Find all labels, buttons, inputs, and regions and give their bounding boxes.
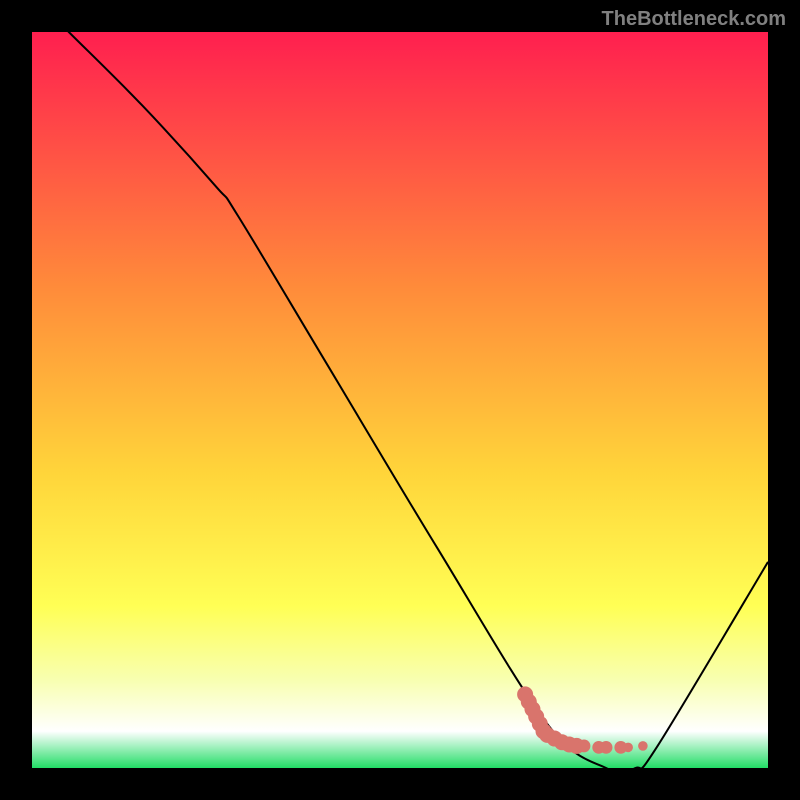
bottleneck-chart <box>32 32 768 768</box>
chart-container <box>32 32 768 768</box>
highlight-dot <box>623 743 633 753</box>
highlight-dot <box>638 741 648 751</box>
highlight-dot <box>600 741 613 754</box>
highlight-dot <box>578 740 591 753</box>
watermark-text: TheBottleneck.com <box>602 8 786 31</box>
chart-background <box>32 32 768 768</box>
